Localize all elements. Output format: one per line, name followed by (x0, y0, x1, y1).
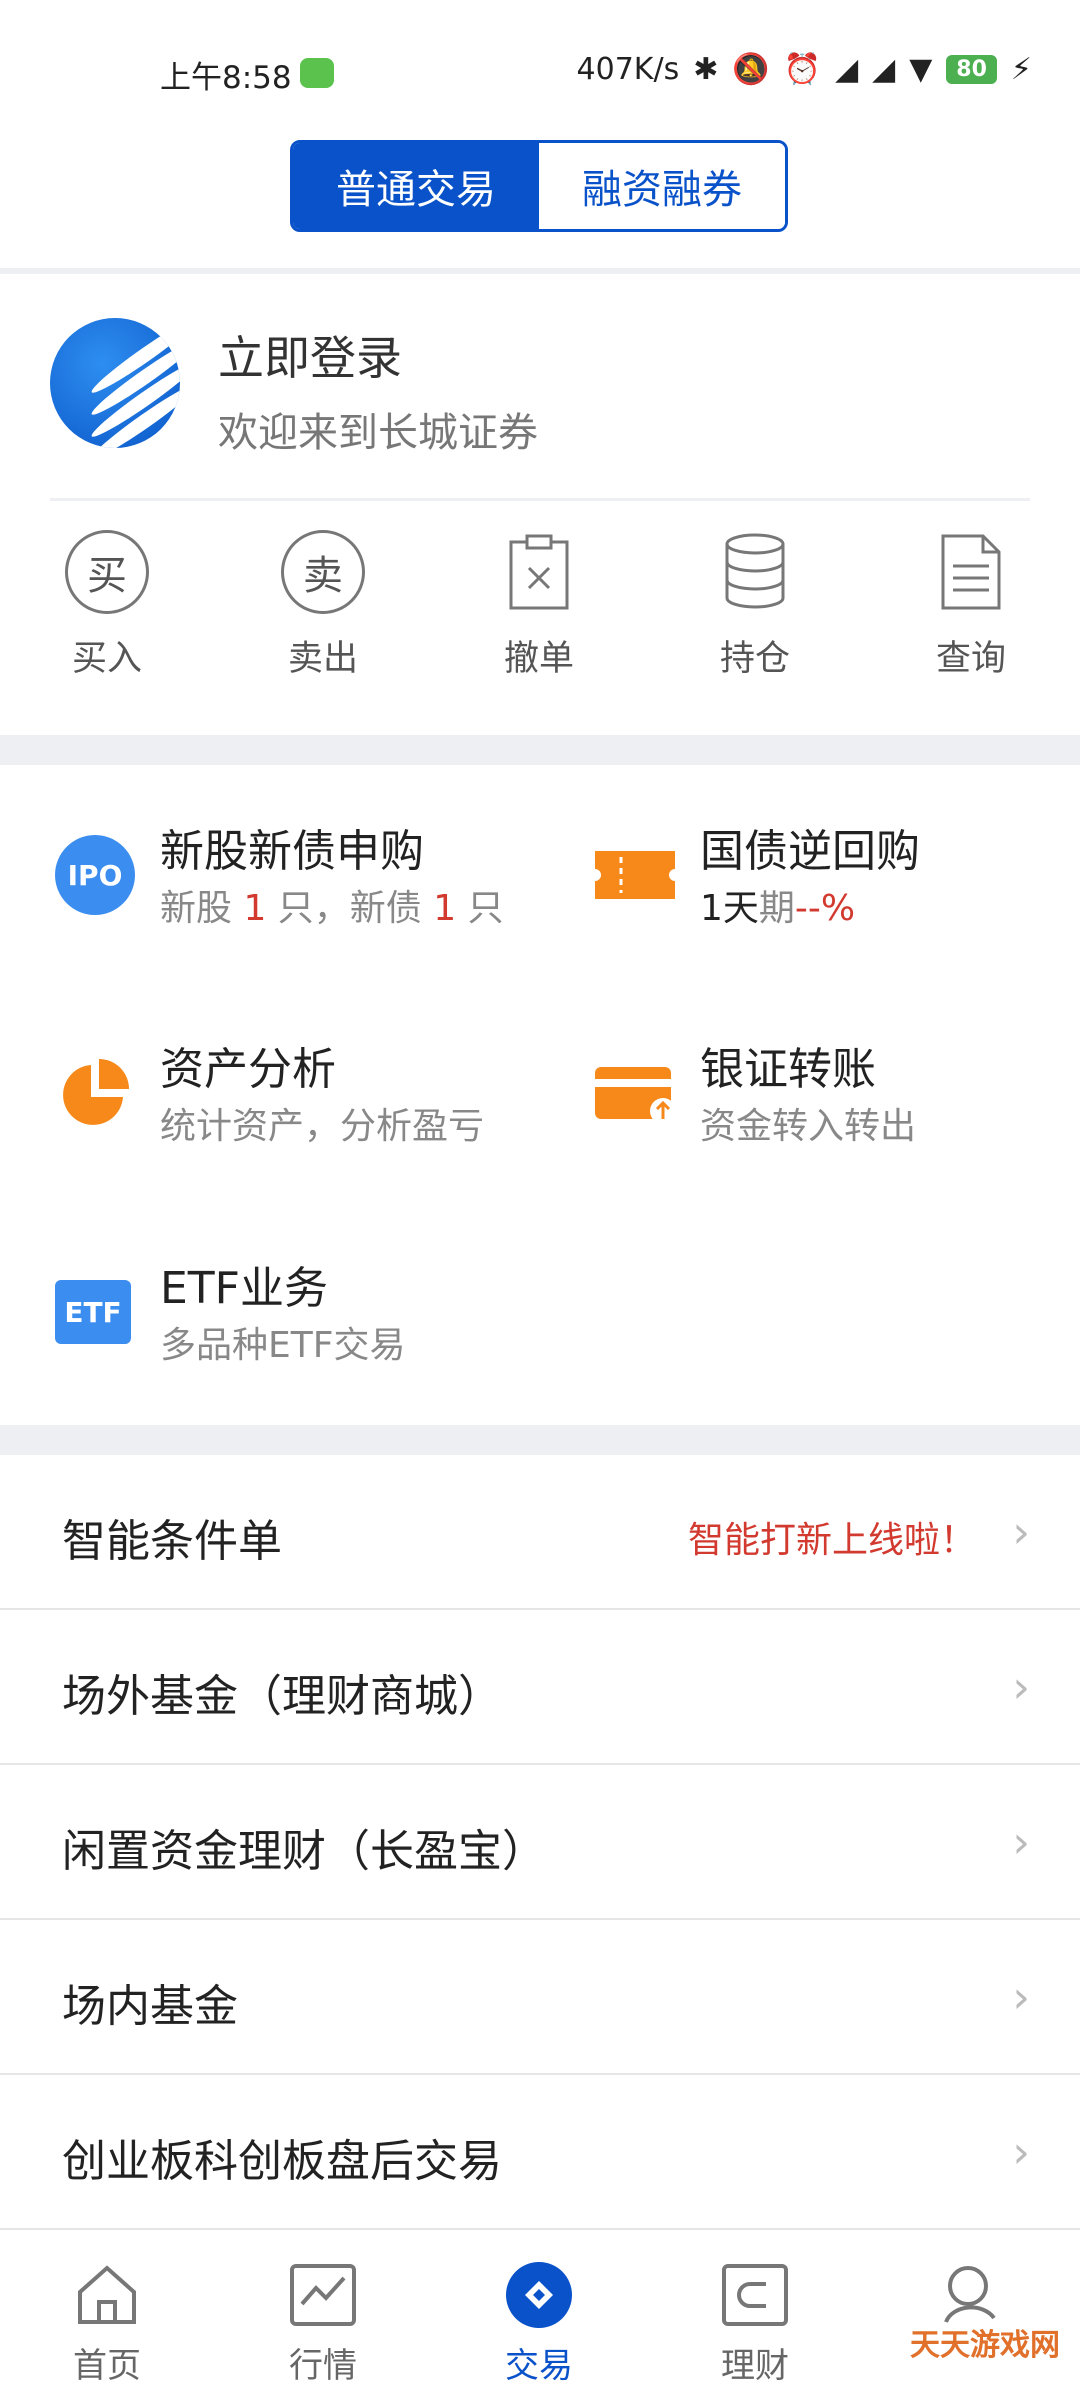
login-subtitle: 欢迎来到长城证券 (218, 410, 538, 456)
ipo-subscription[interactable]: IPO 新股新债申购 新股 1 只，新债 1 只 (55, 815, 525, 935)
brand-logo[interactable] (50, 318, 180, 448)
status-time: 上午8:58 (160, 60, 292, 96)
nav-label: 行情 (289, 2346, 357, 2386)
query-label: 查询 (935, 639, 1006, 679)
list-item-idle-fund[interactable]: 闲置资金理财（长盈宝） › (0, 1765, 1080, 1920)
signal2-icon: ◢ (872, 52, 896, 87)
home-icon (72, 2260, 142, 2330)
robot-icon (300, 58, 334, 88)
list-item-exchange-fund[interactable]: 场内基金 › (0, 1920, 1080, 2075)
status-icons: 407K/s ✱ 🔕 ⏰ ◢ ◢ ▼ 80 ⚡ (577, 52, 1032, 87)
list-item-otc-fund[interactable]: 场外基金（理财商城） › (0, 1610, 1080, 1765)
chevron-right-icon: › (1012, 1817, 1030, 1868)
chevron-right-icon: › (1012, 1662, 1030, 1713)
charging-icon: ⚡ (1010, 52, 1032, 87)
nav-label: 首页 (73, 2346, 141, 2386)
chevron-right-icon: › (1012, 2127, 1030, 2178)
treasury-repo[interactable]: 国债逆回购 1天期--% (595, 815, 1065, 935)
alarm-icon: ⏰ (783, 52, 822, 87)
tab-margin-trade[interactable]: 融资融券 (539, 143, 785, 229)
bluetooth-icon: ✱ (693, 52, 719, 87)
ipo-title: 新股新债申购 (160, 826, 424, 877)
list-item-smart-order[interactable]: 智能条件单 智能打新上线啦！ › (0, 1455, 1080, 1610)
list-item-title: 场内基金 (62, 1981, 238, 2032)
section-divider (0, 1425, 1080, 1455)
database-icon (711, 528, 799, 616)
etf-business[interactable]: ETF ETF业务 多品种ETF交易 (55, 1252, 525, 1372)
buy-label: 买入 (71, 639, 142, 679)
etf-icon: ETF (55, 1272, 135, 1352)
list-item-title: 创业板科创板盘后交易 (62, 2136, 502, 2187)
mute-icon: 🔕 (732, 52, 770, 87)
holdings-label: 持仓 (719, 639, 790, 679)
list-item-title: 闲置资金理财（长盈宝） (62, 1826, 546, 1877)
bank-transfer[interactable]: 银证转账 资金转入转出 (595, 1033, 1065, 1153)
query-button[interactable]: 查询 (896, 528, 1046, 681)
ipo-subtitle: 新股 1 只，新债 1 只 (160, 888, 504, 929)
bank-title: 银证转账 (700, 1044, 876, 1095)
ticket-icon (595, 835, 675, 915)
card-transfer-icon (595, 1053, 676, 1133)
divider (50, 498, 1030, 501)
section-divider (0, 735, 1080, 765)
list-item-title: 智能条件单 (62, 1516, 282, 1567)
bottom-nav: 首页 行情 交易 理财 (0, 2228, 1080, 2402)
assets-subtitle: 统计资产，分析盈亏 (160, 1106, 485, 1147)
tab-normal-trade[interactable]: 普通交易 (293, 143, 539, 229)
pie-chart-icon (55, 1053, 135, 1133)
cancel-order-label: 撤单 (503, 639, 574, 679)
nav-market[interactable]: 行情 (248, 2260, 398, 2387)
cancel-order-button[interactable]: 撤单 (464, 528, 614, 681)
list-item-after-hours[interactable]: 创业板科创板盘后交易 › (0, 2075, 1080, 2230)
network-speed: 407K/s (576, 52, 680, 87)
ipo-icon: IPO (55, 835, 135, 915)
battery-icon: 80 (946, 55, 997, 84)
nav-trade[interactable]: 交易 (464, 2260, 614, 2387)
chevron-right-icon: › (1012, 1972, 1030, 2023)
document-icon (927, 528, 1015, 616)
bank-subtitle: 资金转入转出 (700, 1106, 917, 1147)
nav-home[interactable]: 首页 (32, 2260, 182, 2387)
chevron-right-icon: › (1012, 1507, 1030, 1558)
watermark: 天天游戏网 (910, 2328, 1060, 2363)
sell-label: 卖出 (287, 639, 358, 679)
nav-finance[interactable]: 理财 (680, 2260, 830, 2387)
repo-title: 国债逆回购 (700, 826, 920, 877)
asset-analysis[interactable]: 资产分析 统计资产，分析盈亏 (55, 1033, 525, 1153)
status-bar: 上午8:58 407K/s ✱ 🔕 ⏰ ◢ ◢ ▼ 80 ⚡ (0, 0, 1080, 140)
buy-button[interactable]: 买 买入 (32, 528, 182, 681)
holdings-button[interactable]: 持仓 (680, 528, 830, 681)
nav-label: 交易 (505, 2346, 573, 2386)
login-title[interactable]: 立即登录 (218, 322, 402, 388)
divider (0, 268, 1080, 274)
repo-subtitle: 1天期--% (700, 888, 856, 929)
trade-type-segment: 普通交易 融资融券 (290, 140, 788, 232)
nav-label: 理财 (721, 2346, 789, 2386)
signal-icon: ◢ (835, 52, 859, 87)
list-item-title: 场外基金（理财商城） (62, 1671, 502, 1722)
wallet-icon (720, 2260, 790, 2330)
buy-icon: 买 (65, 530, 149, 614)
assets-title: 资产分析 (160, 1044, 336, 1095)
chart-icon (288, 2260, 358, 2330)
trade-icon (504, 2260, 574, 2330)
list-item-hint: 智能打新上线啦！ (687, 1520, 976, 1561)
sell-button[interactable]: 卖 卖出 (248, 528, 398, 681)
etf-subtitle: 多品种ETF交易 (160, 1325, 406, 1366)
etf-title: ETF业务 (160, 1263, 328, 1314)
clipboard-x-icon (495, 528, 583, 616)
wifi-icon: ▼ (909, 52, 933, 87)
sell-icon: 卖 (281, 530, 365, 614)
